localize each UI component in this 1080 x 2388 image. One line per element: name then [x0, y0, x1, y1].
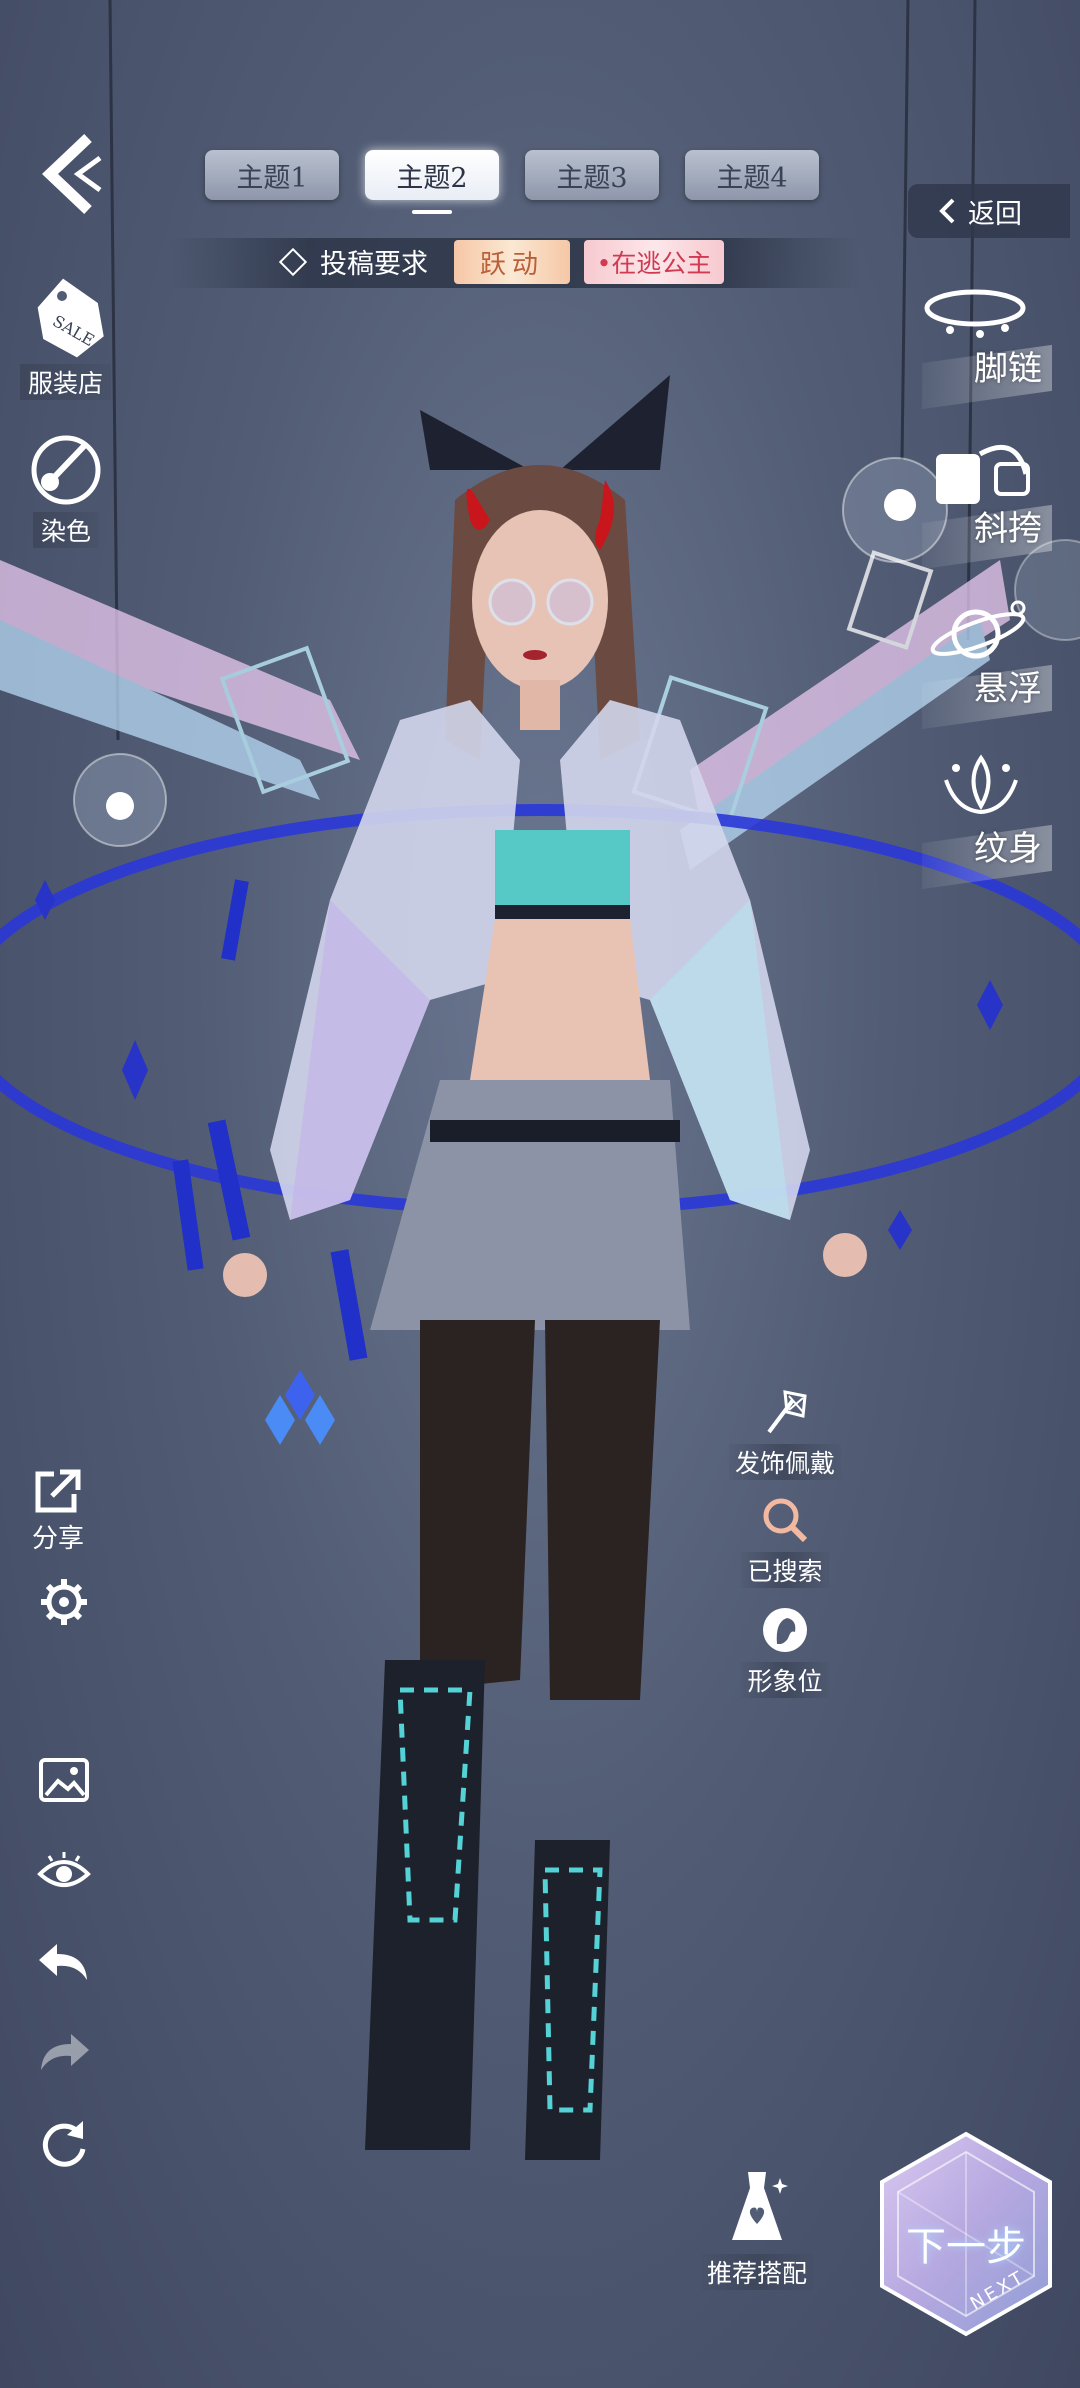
category-anklet-label: 脚链	[974, 349, 1042, 389]
share-button[interactable]: 分享	[30, 1466, 86, 1555]
share-icon	[35, 1469, 81, 1513]
redo-button[interactable]	[36, 2024, 92, 2080]
undo-icon	[39, 1944, 87, 1980]
gear-icon	[41, 1579, 87, 1625]
tab-theme-4[interactable]: 主题4	[685, 150, 819, 200]
tab-theme-1[interactable]: 主题1	[205, 150, 339, 200]
reset-button[interactable]	[36, 2116, 92, 2172]
recommended-outfit-label: 推荐搭配	[700, 2254, 813, 2290]
reset-icon	[42, 2121, 86, 2167]
hair-accessory-button[interactable]: 发饰佩戴	[728, 1386, 842, 1480]
search-icon	[763, 1498, 808, 1543]
category-tattoo[interactable]: 纹身	[910, 750, 1060, 890]
hair-accessory-label: 发饰佩戴	[728, 1444, 841, 1480]
return-button[interactable]: 返回	[908, 184, 1070, 238]
category-crossbody-label: 斜挎	[974, 509, 1042, 549]
eye-icon	[37, 1852, 91, 1887]
searched-label: 已搜索	[741, 1552, 829, 1588]
tattoo-icon	[944, 754, 1018, 815]
next-step-button[interactable]: 下一步 NEXT	[874, 2130, 1058, 2338]
chevron-left-icon	[939, 198, 955, 224]
visibility-button[interactable]	[36, 1844, 92, 1900]
share-label: 分享	[31, 1524, 84, 1554]
back-arrow-icon[interactable]	[38, 132, 108, 216]
image-icon	[39, 1758, 89, 1802]
anklet-icon	[924, 289, 1026, 338]
dye-label: 染色	[32, 512, 99, 548]
tab-theme-2[interactable]: 主题2	[365, 150, 499, 200]
requirement-label: 投稿要求	[320, 249, 428, 280]
active-tab-indicator	[412, 210, 452, 214]
searched-button[interactable]: 已搜索	[728, 1494, 842, 1588]
image-slot-button[interactable]: 形象位	[728, 1604, 842, 1698]
portrait-icon	[763, 1608, 807, 1652]
category-floating-label: 悬浮	[974, 669, 1042, 709]
undo-button[interactable]	[36, 1934, 92, 1990]
requirement-tag-style: 跃动	[454, 240, 570, 284]
dress-heart-icon	[732, 2172, 788, 2240]
settings-button[interactable]	[36, 1574, 92, 1630]
tab-theme-3[interactable]: 主题3	[525, 150, 659, 200]
recommended-outfit-button[interactable]: 推荐搭配	[692, 2168, 822, 2290]
next-step-label: 下一步	[906, 2224, 1026, 2270]
clothing-shop-label: 服装店	[20, 364, 112, 400]
dye-button[interactable]: 染色	[26, 428, 106, 548]
category-crossbody[interactable]: 斜挎	[910, 430, 1060, 570]
dye-palette-icon	[31, 435, 101, 505]
clothing-shop-button[interactable]: SALE 服装店	[20, 272, 112, 400]
category-floating[interactable]: 悬浮	[910, 590, 1060, 730]
sale-tag-icon: SALE	[37, 278, 104, 358]
hair-accessory-icon	[767, 1390, 807, 1434]
return-label: 返回	[968, 198, 1022, 230]
category-anklet[interactable]: 脚链	[910, 270, 1060, 410]
category-tattoo-label: 纹身	[974, 829, 1042, 869]
requirement-tag-theme: •在逃公主	[584, 240, 724, 284]
redo-icon	[41, 2034, 89, 2070]
photo-button[interactable]	[36, 1752, 92, 1808]
image-slot-label: 形象位	[741, 1662, 829, 1698]
